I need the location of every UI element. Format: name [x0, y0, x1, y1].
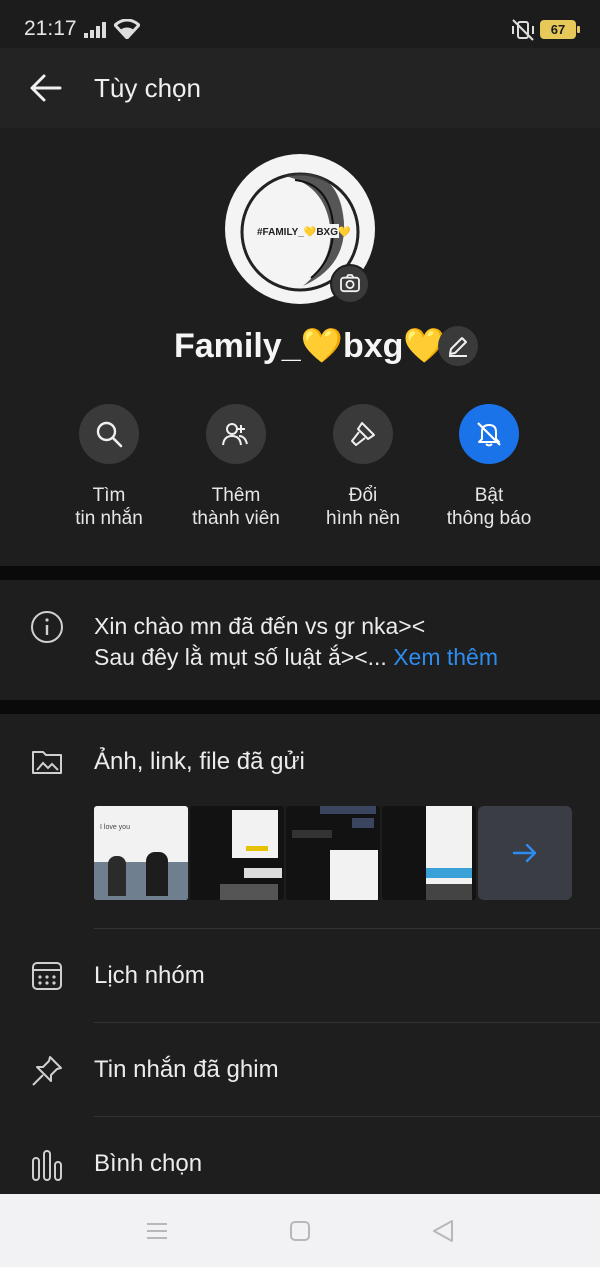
status-time: 21:17	[24, 17, 77, 40]
home-icon[interactable]	[287, 1218, 313, 1244]
search-messages-button[interactable]: Tìm tin nhắn	[46, 404, 172, 530]
search-button-circle[interactable]	[79, 404, 139, 464]
poll-item[interactable]: Bình chọn	[94, 1150, 202, 1178]
media-thumbnails: I love you	[94, 806, 574, 902]
add-member-circle[interactable]	[206, 404, 266, 464]
calendar-icon	[32, 962, 62, 990]
media-thumbnail[interactable]	[190, 806, 284, 900]
media-thumbnail[interactable]	[286, 806, 380, 900]
signal-icon	[84, 22, 106, 38]
pin-icon	[32, 1056, 62, 1086]
see-more-link[interactable]: Xem thêm	[393, 644, 498, 670]
media-thumbnail[interactable]	[382, 806, 476, 900]
back-nav-icon[interactable]	[430, 1218, 456, 1244]
search-icon	[96, 421, 123, 448]
description-line-1: Xin chào mn đã đến vs gr nka><	[94, 613, 426, 639]
divider	[94, 1022, 600, 1023]
info-icon	[31, 611, 63, 643]
paint-brush-icon	[351, 422, 375, 446]
wifi-icon	[114, 19, 140, 39]
description-line-2: Sau đêy lằ mụt số luật ắ><... Xem thêm	[94, 644, 499, 670]
add-member-button[interactable]: Thêm thành viên	[173, 404, 299, 530]
group-description[interactable]: Xin chào mn đã đến vs gr nka>< Sau đêy l…	[0, 580, 600, 700]
bell-off-icon	[477, 422, 501, 447]
vibrate-off-icon	[512, 19, 534, 41]
edit-name-button[interactable]	[438, 326, 478, 366]
pinned-messages-item[interactable]: Tin nhắn đã ghim	[94, 1056, 279, 1084]
media-thumbnail[interactable]: I love you	[94, 806, 188, 900]
folder-image-icon	[32, 751, 62, 774]
back-arrow-icon[interactable]	[28, 70, 64, 106]
enable-notifications-label: Bật thông báo	[446, 485, 532, 529]
battery-icon: 67	[540, 20, 580, 39]
add-member-icon	[222, 423, 248, 446]
add-member-label: Thêm thành viên	[192, 485, 280, 529]
group-profile: #FAMILY_💛BXG💛 Family_💛bxg💛 Tìm tin nhắn	[0, 128, 600, 566]
shared-media-label[interactable]: Ảnh, link, file đã gửi	[94, 748, 305, 776]
poll-icon	[32, 1150, 62, 1181]
battery-level: 67	[550, 22, 566, 37]
arrow-right-icon	[512, 843, 537, 863]
avatar-text: #FAMILY_💛BXG💛	[257, 226, 351, 238]
divider	[94, 1116, 600, 1117]
see-all-media-button[interactable]	[478, 806, 572, 900]
enable-notifications-button[interactable]: Bật thông báo	[426, 404, 552, 530]
change-background-button[interactable]: Đổi hình nền	[300, 404, 426, 530]
notifications-circle[interactable]	[459, 404, 519, 464]
group-calendar-item[interactable]: Lịch nhóm	[94, 962, 205, 990]
shared-media-section: Ảnh, link, file đã gửi I love you Lịch n…	[0, 714, 600, 1194]
status-bar: 21:17 67	[0, 0, 600, 48]
app-bar: Tùy chọn	[0, 48, 600, 128]
divider	[94, 928, 600, 929]
search-messages-label: Tìm tin nhắn	[75, 485, 143, 529]
group-name: Family_💛bxg💛	[174, 327, 446, 365]
system-navigation-bar	[0, 1194, 600, 1267]
camera-icon[interactable]	[330, 264, 370, 304]
change-background-label: Đổi hình nền	[326, 485, 400, 529]
page-title: Tùy chọn	[94, 73, 201, 103]
recent-apps-icon[interactable]	[144, 1218, 170, 1244]
change-background-circle[interactable]	[333, 404, 393, 464]
